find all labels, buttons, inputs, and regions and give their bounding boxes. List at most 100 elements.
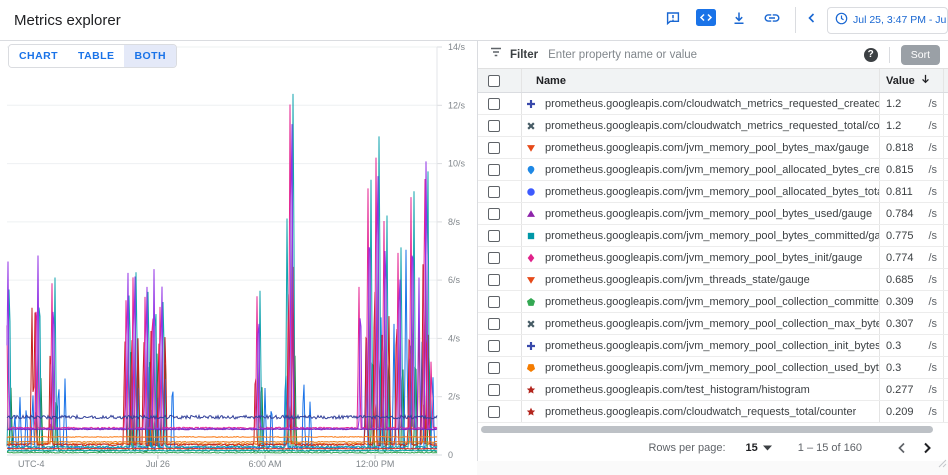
select-all-checkbox[interactable] xyxy=(488,75,500,87)
row-checkbox[interactable] xyxy=(488,186,500,198)
svg-text:UTC-4: UTC-4 xyxy=(18,459,45,469)
metrics-line-chart[interactable]: 02/s4/s6/s8/s10/s12/s14/sUTC-4Jul 266:00… xyxy=(0,40,476,475)
value-column-header[interactable]: Value xyxy=(879,69,943,92)
table-row[interactable]: prometheus.googleapis.com/jvm_memory_poo… xyxy=(478,159,948,181)
table-row[interactable]: prometheus.googleapis.com/jvm_memory_poo… xyxy=(478,313,948,335)
table-row[interactable]: prometheus.googleapis.com/jvm_memory_poo… xyxy=(478,181,948,203)
svg-text:0: 0 xyxy=(448,450,453,460)
spacer-column xyxy=(943,115,948,136)
metric-value-cell: 0.3/s xyxy=(879,357,943,378)
metric-name-cell: prometheus.googleapis.com/jvm_memory_poo… xyxy=(522,159,879,180)
table-header: Name Value xyxy=(478,69,948,93)
metric-value: 0.3 xyxy=(886,340,928,352)
collapse-panel-button[interactable] xyxy=(801,7,823,33)
metric-unit: /s xyxy=(928,164,937,176)
previous-page-button[interactable] xyxy=(888,442,914,454)
row-checkbox[interactable] xyxy=(488,318,500,330)
next-page-button[interactable] xyxy=(914,442,940,454)
series-burst-icon xyxy=(526,120,536,132)
table-row[interactable]: prometheus.googleapis.com/jvm_memory_poo… xyxy=(478,335,948,357)
table-row[interactable]: prometheus.googleapis.com/jvm_memory_poo… xyxy=(478,291,948,313)
table-row[interactable]: prometheus.googleapis.com/jvm_memory_poo… xyxy=(478,357,948,379)
row-checkbox[interactable] xyxy=(488,362,500,374)
resize-handle[interactable] xyxy=(938,455,947,473)
rows-per-page-select[interactable]: 15 xyxy=(746,442,772,454)
pagination-range: 1 – 15 of 160 xyxy=(798,442,862,454)
share-link-button[interactable] xyxy=(760,7,784,33)
time-range-selector[interactable]: Jul 25, 3:47 PM - Jul 26, 3:47 PM xyxy=(827,7,948,34)
row-checkbox[interactable] xyxy=(488,230,500,242)
table-row[interactable]: prometheus.googleapis.com/jvm_memory_poo… xyxy=(478,203,948,225)
table-row[interactable]: prometheus.googleapis.com/cloudwatch_met… xyxy=(478,115,948,137)
row-checkbox[interactable] xyxy=(488,142,500,154)
row-checkbox[interactable] xyxy=(488,340,500,352)
metric-value: 0.818 xyxy=(886,142,928,154)
tab-both[interactable]: BOTH xyxy=(124,45,176,67)
metric-name-cell: prometheus.googleapis.com/jvm_memory_poo… xyxy=(522,335,879,356)
metric-unit: /s xyxy=(928,230,937,242)
code-editor-button[interactable] xyxy=(694,7,718,33)
metric-value: 0.811 xyxy=(886,186,928,198)
row-checkbox[interactable] xyxy=(488,252,500,264)
row-checkbox[interactable] xyxy=(488,406,500,418)
metric-unit: /s xyxy=(928,384,937,396)
metric-value-cell: 1.2/s xyxy=(879,115,943,136)
chevron-right-icon xyxy=(923,442,932,454)
header-divider xyxy=(795,7,796,33)
metric-value-cell: 0.784/s xyxy=(879,203,943,224)
spacer-column xyxy=(943,247,948,268)
metric-unit: /s xyxy=(928,98,937,110)
table-row[interactable]: prometheus.googleapis.com/jvm_memory_poo… xyxy=(478,247,948,269)
table-row[interactable]: prometheus.googleapis.com/jvm_memory_poo… xyxy=(478,225,948,247)
row-checkbox[interactable] xyxy=(488,274,500,286)
row-checkbox[interactable] xyxy=(488,296,500,308)
row-checkbox[interactable] xyxy=(488,120,500,132)
metric-name: prometheus.googleapis.com/jvm_memory_poo… xyxy=(545,230,879,242)
row-checkbox-cell xyxy=(478,313,522,334)
rows-per-page-value: 15 xyxy=(746,442,758,454)
row-checkbox[interactable] xyxy=(488,384,500,396)
row-checkbox-cell xyxy=(478,269,522,290)
row-checkbox[interactable] xyxy=(488,98,500,110)
metric-name-cell: prometheus.googleapis.com/cloudwatch_met… xyxy=(522,115,879,136)
tab-chart[interactable]: CHART xyxy=(9,45,68,67)
filter-input[interactable] xyxy=(548,49,857,61)
chart-area: 02/s4/s6/s8/s10/s12/s14/sUTC-4Jul 266:00… xyxy=(0,40,476,475)
row-checkbox[interactable] xyxy=(488,164,500,176)
row-checkbox[interactable] xyxy=(488,208,500,220)
svg-text:Jul 26: Jul 26 xyxy=(146,459,170,469)
name-column-label: Name xyxy=(536,75,566,87)
metric-value-cell: 0.307/s xyxy=(879,313,943,334)
spacer-column xyxy=(943,69,948,92)
name-column-header[interactable]: Name xyxy=(522,69,879,92)
collapse-left-icon xyxy=(805,11,819,30)
metric-name-cell: prometheus.googleapis.com/jvm_memory_poo… xyxy=(522,225,879,246)
table-row[interactable]: prometheus.googleapis.com/jvm_memory_poo… xyxy=(478,137,948,159)
metric-name-cell: prometheus.googleapis.com/test_histogram… xyxy=(522,379,879,400)
sort-desc-arrow-icon xyxy=(920,73,931,88)
table-row[interactable]: prometheus.googleapis.com/cloudwatch_met… xyxy=(478,93,948,115)
metric-value-cell: 0.685/s xyxy=(879,269,943,290)
svg-text:12/s: 12/s xyxy=(448,100,466,110)
help-button[interactable]: ? xyxy=(864,48,878,62)
metric-name-cell: prometheus.googleapis.com/jvm_threads_st… xyxy=(522,269,879,290)
metric-value: 0.209 xyxy=(886,406,928,418)
metric-value-cell: 0.775/s xyxy=(879,225,943,246)
select-all-cell xyxy=(478,69,522,92)
series-star-icon xyxy=(526,406,536,418)
row-checkbox-cell xyxy=(478,159,522,180)
series-diamond-icon xyxy=(526,252,536,264)
table-row[interactable]: prometheus.googleapis.com/test_histogram… xyxy=(478,379,948,401)
table-row[interactable]: prometheus.googleapis.com/cloudwatch_req… xyxy=(478,401,948,423)
feedback-button[interactable] xyxy=(661,7,685,33)
download-button[interactable] xyxy=(727,7,751,33)
row-checkbox-cell xyxy=(478,335,522,356)
metric-value-cell: 0.309/s xyxy=(879,291,943,312)
series-square-icon xyxy=(526,230,536,242)
metric-name-cell: prometheus.googleapis.com/cloudwatch_req… xyxy=(522,401,879,422)
tab-table[interactable]: TABLE xyxy=(68,45,124,67)
scrollbar-thumb[interactable] xyxy=(481,426,933,433)
metric-unit: /s xyxy=(928,274,937,286)
sort-button[interactable]: Sort xyxy=(901,45,940,65)
table-row[interactable]: prometheus.googleapis.com/jvm_threads_st… xyxy=(478,269,948,291)
